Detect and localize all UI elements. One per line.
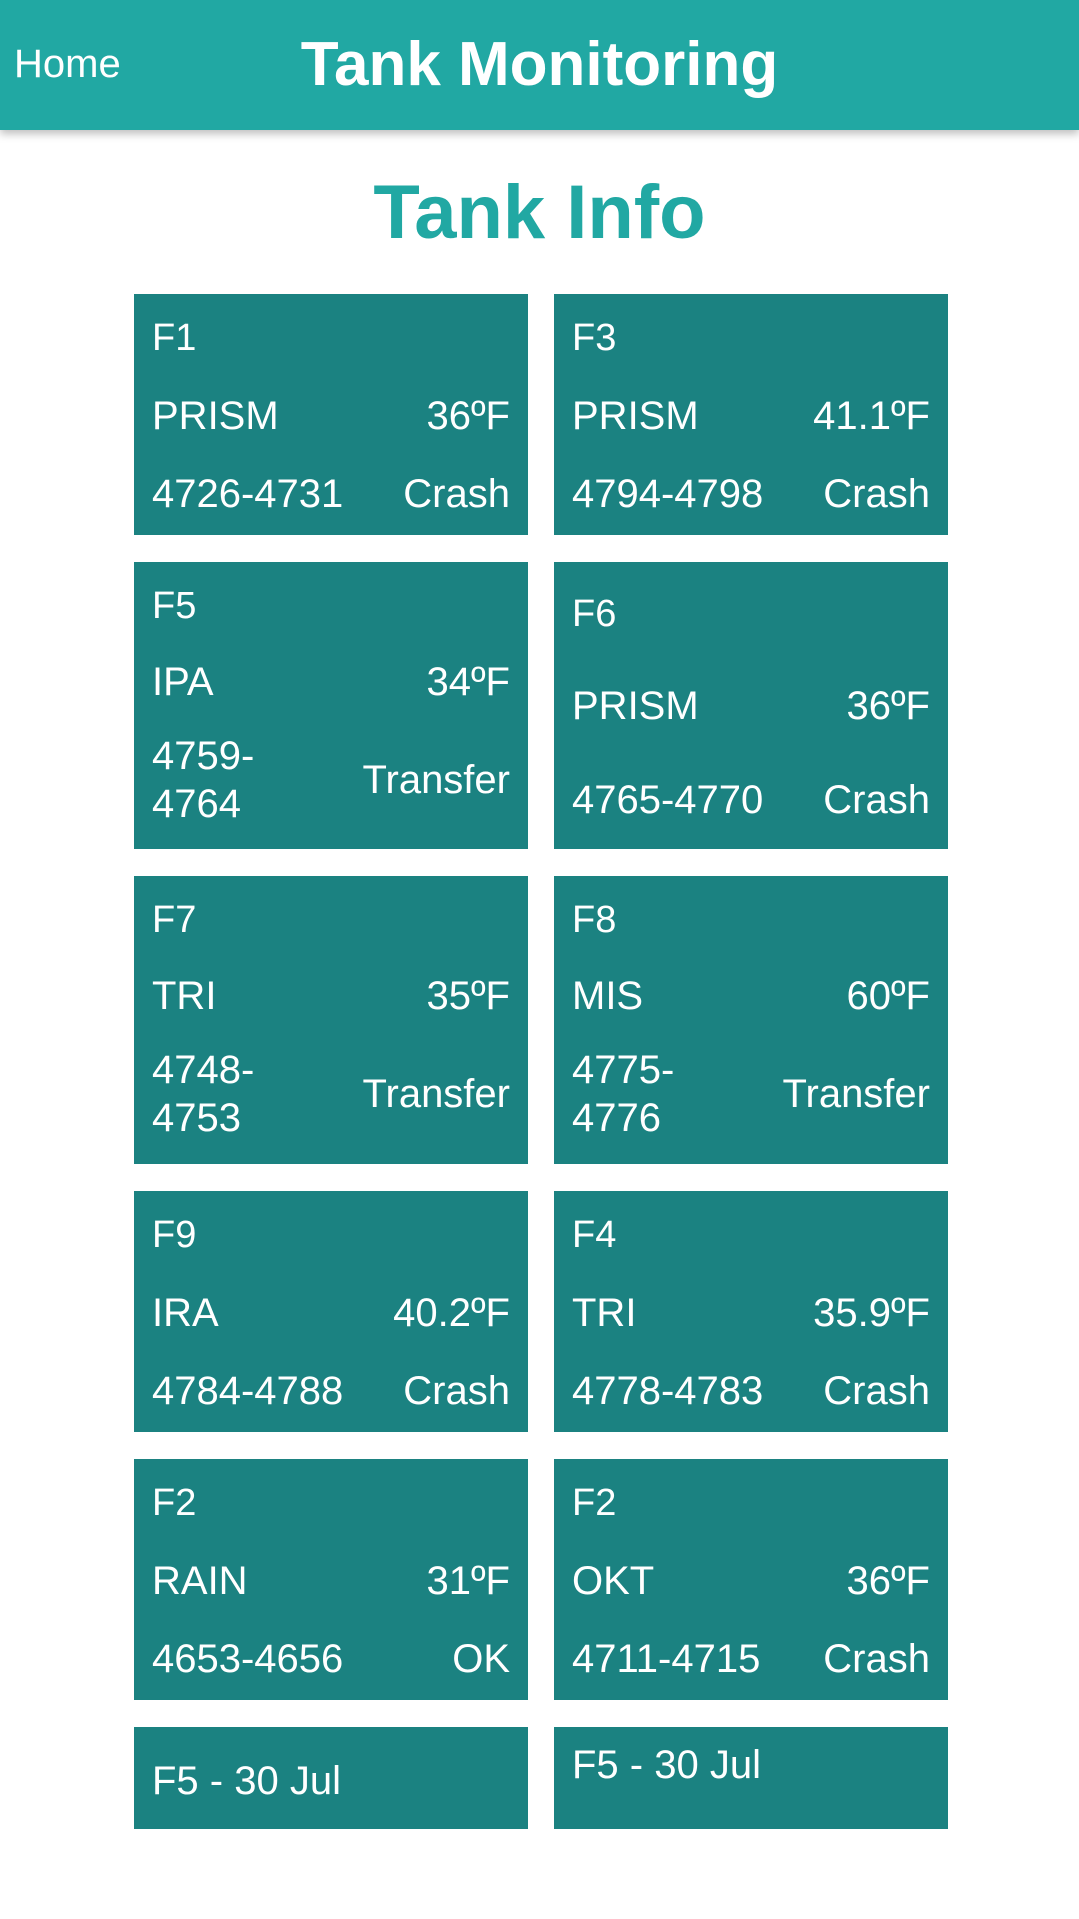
- tank-status: Crash: [823, 472, 930, 516]
- tank-status: Crash: [823, 778, 930, 822]
- tank-product: IPA: [152, 660, 214, 704]
- app-title: Tank Monitoring: [300, 30, 779, 99]
- tank-temperature: 35ºF: [426, 974, 510, 1018]
- tank-name: F5: [152, 585, 197, 627]
- tank-card-f9[interactable]: F9 IRA 40.2ºF 4784-4788 Crash: [134, 1191, 528, 1432]
- tank-status: Crash: [823, 1369, 930, 1413]
- tank-temperature: 31ºF: [426, 1559, 510, 1603]
- tank-product: MIS: [572, 974, 644, 1018]
- tank-temperature: 34ºF: [426, 660, 510, 704]
- tank-product: PRISM: [572, 394, 699, 438]
- tank-card-f4[interactable]: F4 TRI 35.9ºF 4778-4783 Crash: [554, 1191, 948, 1432]
- tank-name: F8: [572, 899, 617, 941]
- note-card[interactable]: F5 - 30 Jul: [554, 1727, 948, 1829]
- tank-name: F3: [572, 317, 617, 359]
- tank-temperature: 41.1ºF: [813, 394, 930, 438]
- tank-batch: 4711-4715: [572, 1637, 761, 1681]
- tank-status: Transfer: [362, 758, 510, 802]
- tank-name: F2: [572, 1482, 617, 1524]
- tank-name: F4: [572, 1214, 617, 1256]
- tank-temperature: 35.9ºF: [813, 1291, 930, 1335]
- tank-product: OKT: [572, 1559, 655, 1603]
- page-title: Tank Info: [373, 170, 706, 255]
- tank-status: Crash: [823, 1637, 930, 1681]
- tank-card-f6[interactable]: F6 PRISM 36ºF 4765-4770 Crash: [554, 562, 948, 849]
- tank-status: OK: [452, 1637, 510, 1681]
- tank-batch: 4778-4783: [572, 1369, 764, 1413]
- tank-product: PRISM: [152, 394, 279, 438]
- tank-name: F9: [152, 1214, 197, 1256]
- tank-batch: 4794-4798: [572, 472, 764, 516]
- tank-product: PRISM: [572, 684, 699, 728]
- tank-batch: 4748-4753: [152, 1048, 255, 1140]
- tank-name: F2: [152, 1482, 197, 1524]
- tank-name: F7: [152, 899, 197, 941]
- tank-batch: 4759-4764: [152, 734, 255, 826]
- tank-product: TRI: [572, 1291, 637, 1335]
- tank-batch: 4653-4656: [152, 1637, 344, 1681]
- tank-temperature: 36ºF: [846, 684, 930, 728]
- tank-card-f7[interactable]: F7 TRI 35ºF 4748-4753 Transfer: [134, 876, 528, 1164]
- tank-card-f5[interactable]: F5 IPA 34ºF 4759-4764 Transfer: [134, 562, 528, 849]
- tank-name: F6: [572, 593, 617, 635]
- tank-temperature: 60ºF: [846, 974, 930, 1018]
- tank-status: Transfer: [782, 1072, 930, 1116]
- note-label: F5 - 30 Jul: [152, 1759, 341, 1803]
- tank-status: Transfer: [362, 1072, 510, 1116]
- tank-batch: 4775-4776: [572, 1048, 675, 1140]
- tank-batch: 4726-4731: [152, 472, 344, 516]
- tank-batch: 4765-4770: [572, 778, 764, 822]
- tank-product: RAIN: [152, 1559, 248, 1603]
- tank-card-f3[interactable]: F3 PRISM 41.1ºF 4794-4798 Crash: [554, 294, 948, 535]
- tank-temperature: 36ºF: [426, 394, 510, 438]
- tank-card-f8[interactable]: F8 MIS 60ºF 4775-4776 Transfer: [554, 876, 948, 1164]
- tank-card-f2-okt[interactable]: F2 OKT 36ºF 4711-4715 Crash: [554, 1459, 948, 1700]
- tank-status: Crash: [403, 472, 510, 516]
- tank-product: TRI: [152, 974, 217, 1018]
- tank-temperature: 40.2ºF: [393, 1291, 510, 1335]
- note-label: F5 - 30 Jul: [572, 1743, 761, 1787]
- note-card[interactable]: F5 - 30 Jul: [134, 1727, 528, 1829]
- tank-batch: 4784-4788: [152, 1369, 344, 1413]
- tank-temperature: 36ºF: [846, 1559, 930, 1603]
- tank-card-f2-rain[interactable]: F2 RAIN 31ºF 4653-4656 OK: [134, 1459, 528, 1700]
- tank-product: IRA: [152, 1291, 219, 1335]
- tank-name: F1: [152, 317, 197, 359]
- tank-card-f1[interactable]: F1 PRISM 36ºF 4726-4731 Crash: [134, 294, 528, 535]
- app-header: Home Tank Monitoring: [0, 0, 1079, 130]
- tank-status: Crash: [403, 1369, 510, 1413]
